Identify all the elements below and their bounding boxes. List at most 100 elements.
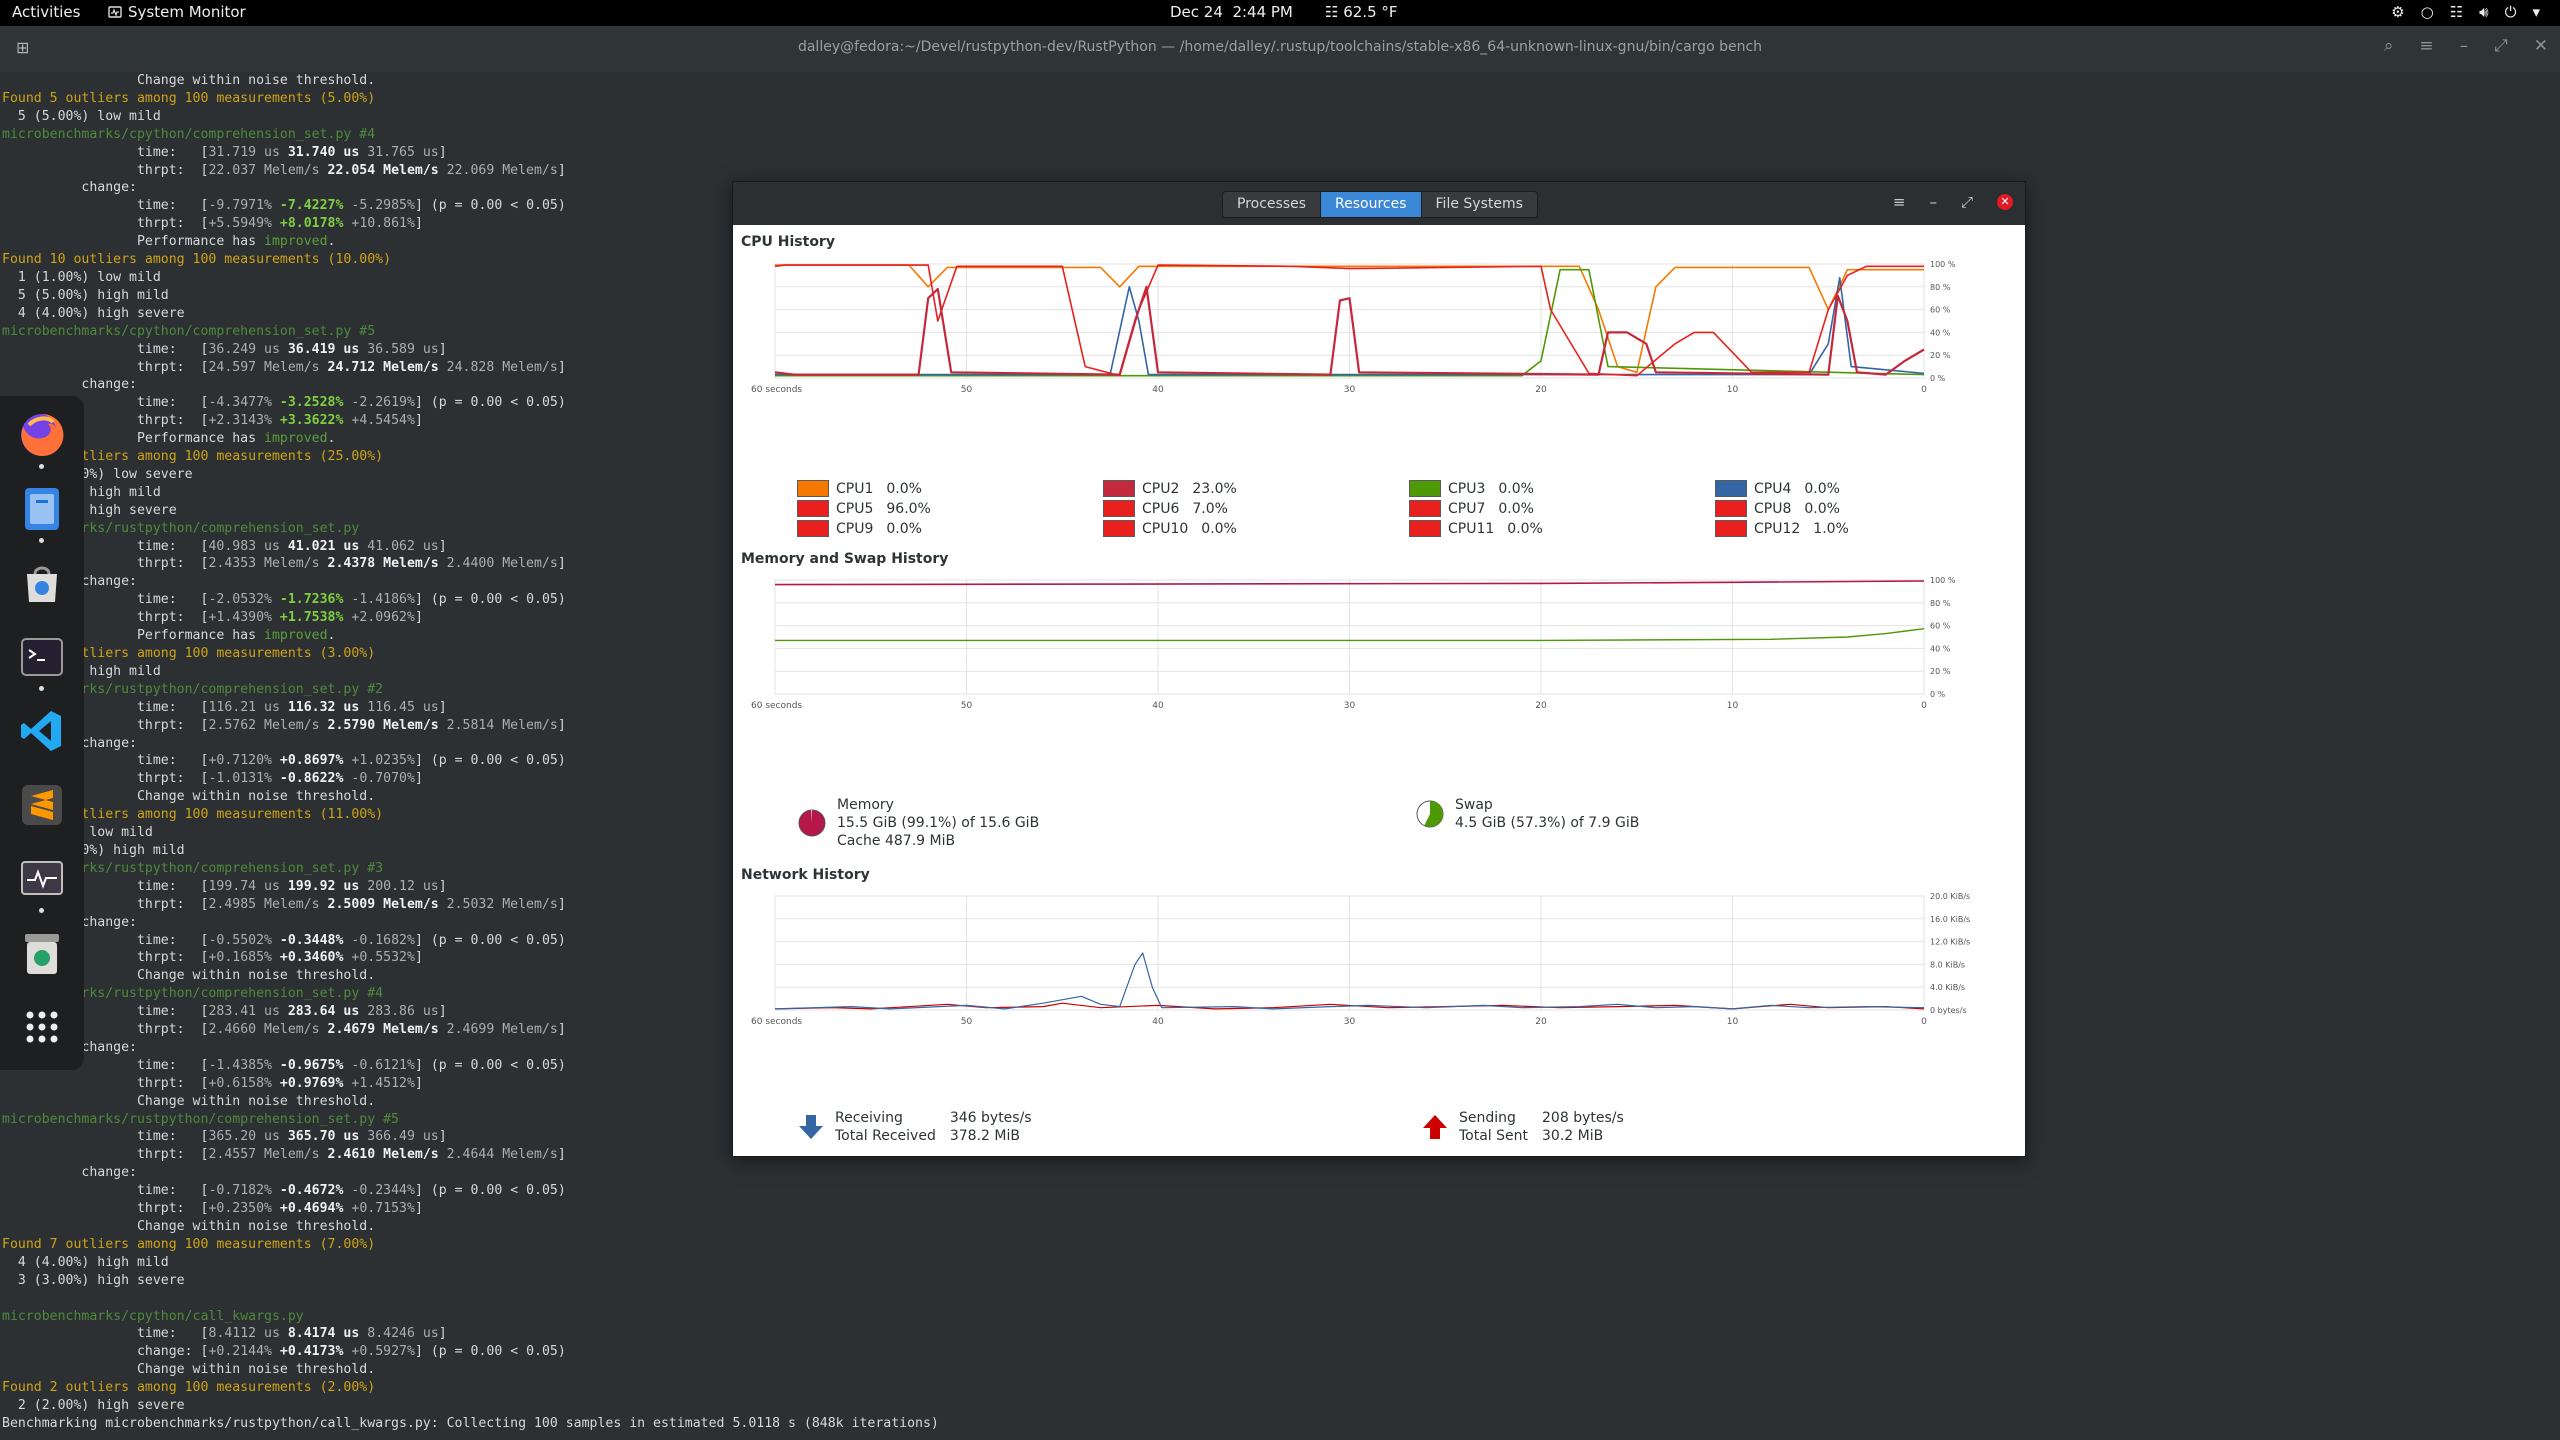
cpu-legend-item[interactable]: CPU9 0.0% — [797, 520, 922, 537]
power-icon[interactable]: ⏻ — [2505, 3, 2517, 21]
system-monitor-headerbar: Processes Resources File Systems ≡ – ⤢ ✕ — [733, 182, 2025, 225]
chevron-down-icon[interactable]: ▾ — [2532, 3, 2540, 21]
cpu-value: 7.0% — [1192, 500, 1228, 517]
memory-x-tick-label: 10 — [1727, 701, 1739, 711]
system-tray[interactable]: ⚙ ○ ☷ 🔊︎ ⏻ ▾ — [2391, 3, 2540, 21]
cpu-legend-item[interactable]: CPU1 0.0% — [797, 480, 922, 497]
memory-y-tick-label: 60 % — [1930, 622, 1951, 631]
close-icon[interactable]: ✕ — [2534, 36, 2548, 56]
cpu-color-swatch[interactable] — [1103, 480, 1135, 497]
software-icon[interactable] — [17, 558, 67, 608]
cpu-y-tick-label: 60 % — [1930, 306, 1951, 315]
terminal-line: Change within noise threshold. — [2, 1219, 376, 1234]
clock[interactable]: Dec 24 2:44 PM — [1170, 3, 1293, 21]
receiving-stat: Receiving 346 bytes/s Total Received 378… — [797, 1109, 1032, 1145]
firefox-icon[interactable] — [17, 410, 67, 460]
cpu-legend-item[interactable]: CPU12 1.0% — [1715, 520, 1849, 537]
system-monitor-icon[interactable] — [17, 854, 67, 904]
memory-used: 15.5 GiB (99.1%) of 15.6 GiB — [837, 815, 1040, 831]
app-name: System Monitor — [128, 3, 246, 21]
cpu-x-tick-label: 50 — [961, 385, 973, 395]
extension-icon[interactable]: ⚙ — [2391, 3, 2404, 21]
volume-icon[interactable]: 🔊︎ — [2479, 3, 2488, 21]
network-y-tick-label: 4.0 KiB/s — [1930, 983, 1965, 992]
cpu-color-swatch[interactable] — [797, 500, 829, 517]
system-monitor-window: Processes Resources File Systems ≡ – ⤢ ✕… — [732, 181, 2026, 1157]
terminal-line: time: [8.4112 us 8.4174 us 8.4246 us] — [2, 1326, 447, 1342]
terminal-line: Found 7 outliers among 100 measurements … — [2, 1236, 376, 1252]
minimize-icon[interactable]: – — [2460, 36, 2469, 56]
sending-stat: Sending 208 bytes/s Total Sent 30.2 MiB — [1421, 1109, 1624, 1145]
memory-x-tick-label: 30 — [1344, 701, 1356, 711]
receiving-value: 346 bytes/s — [949, 1110, 1032, 1126]
trash-icon[interactable] — [17, 928, 67, 978]
cpu-color-swatch[interactable] — [1409, 480, 1441, 497]
weather-indicator[interactable]: ☷ 62.5 °F — [1325, 3, 1398, 21]
cpu-legend-item[interactable]: CPU7 0.0% — [1409, 500, 1534, 517]
memory-cache: Cache 487.9 MiB — [837, 833, 956, 849]
app-menu[interactable]: System Monitor — [108, 3, 246, 21]
terminal-line: change: [+0.2144% +0.4173% +0.5927%] (p … — [2, 1344, 566, 1360]
view-switcher: Processes Resources File Systems — [1222, 191, 1538, 218]
cpu-legend-item[interactable]: CPU10 0.0% — [1103, 520, 1237, 537]
swap-label: Swap — [1455, 797, 1493, 813]
cpu-y-tick-label: 100 % — [1930, 260, 1956, 269]
swap-stat: Swap 4.5 GiB (57.3%) of 7.9 GiB — [1415, 796, 1639, 832]
cpu-value: 0.0% — [1201, 520, 1237, 537]
cpu-x-tick-label: 0 — [1921, 385, 1927, 395]
terminal-line: Change within noise threshold. — [2, 1362, 376, 1378]
cpu-legend-item[interactable]: CPU5 96.0% — [797, 500, 931, 517]
menu-icon[interactable]: ≡ — [1893, 193, 1906, 211]
terminal-line: change: — [2, 1165, 137, 1181]
cpu-legend-item[interactable]: CPU2 23.0% — [1103, 480, 1237, 497]
network-x-tick-label: 60 seconds — [751, 1017, 802, 1027]
terminal-line: 5 (5.00%) low mild — [2, 108, 161, 124]
network-y-tick-label: 0 bytes/s — [1930, 1006, 1967, 1015]
cpu-y-tick-label: 40 % — [1930, 328, 1951, 337]
network-icon[interactable]: ☷ — [2450, 3, 2463, 21]
cpu-legend-item[interactable]: CPU11 0.0% — [1409, 520, 1543, 537]
cpu-legend-item[interactable]: CPU3 0.0% — [1409, 480, 1534, 497]
circle-icon[interactable]: ○ — [2421, 3, 2434, 21]
memory-y-tick-label: 80 % — [1930, 599, 1951, 608]
cpu-color-swatch[interactable] — [797, 480, 829, 497]
cpu-color-swatch[interactable] — [1715, 500, 1747, 517]
cpu-legend-item[interactable]: CPU4 0.0% — [1715, 480, 1840, 497]
cpu-color-swatch[interactable] — [1715, 520, 1747, 537]
running-indicator — [39, 464, 44, 469]
tab-resources[interactable]: Resources — [1321, 192, 1422, 217]
cpu-color-swatch[interactable] — [1103, 500, 1135, 517]
activities-button[interactable]: Activities — [12, 3, 80, 21]
cpu-color-swatch[interactable] — [1715, 480, 1747, 497]
cpu-color-swatch[interactable] — [1409, 520, 1441, 537]
terminal-line: 2 (2.00%) high severe — [2, 1398, 185, 1414]
close-icon[interactable]: ✕ — [1997, 194, 2013, 210]
sublime-text-icon[interactable] — [17, 780, 67, 830]
app-grid-icon[interactable] — [17, 1002, 67, 1052]
search-icon[interactable]: ⌕ — [2384, 36, 2394, 56]
vscode-icon[interactable] — [17, 706, 67, 756]
cpu-legend-item[interactable]: CPU8 0.0% — [1715, 500, 1840, 517]
tab-processes[interactable]: Processes — [1223, 192, 1322, 217]
menu-icon[interactable]: ≡ — [2419, 36, 2433, 56]
cpu-legend-item[interactable]: CPU6 7.0% — [1103, 500, 1228, 517]
maximize-icon[interactable]: ⤢ — [1961, 193, 1973, 211]
total-sent-label: Total Sent — [1459, 1128, 1529, 1144]
memory-stat: Memory 15.5 GiB (99.1%) of 15.6 GiB Cach… — [797, 796, 1039, 850]
maximize-icon[interactable]: ⤢ — [2494, 36, 2508, 56]
cpu-label: CPU8 — [1754, 500, 1792, 517]
terminal-icon[interactable] — [17, 632, 67, 682]
cpu-value: 0.0% — [1498, 500, 1534, 517]
network-y-tick-label: 16.0 KiB/s — [1930, 915, 1970, 924]
minimize-icon[interactable]: – — [1929, 193, 1937, 211]
memory-x-tick-label: 50 — [961, 701, 973, 711]
cpu-color-swatch[interactable] — [1409, 500, 1441, 517]
cpu-color-swatch[interactable] — [1103, 520, 1135, 537]
network-y-tick-label: 12.0 KiB/s — [1930, 938, 1970, 947]
tab-file-systems[interactable]: File Systems — [1421, 192, 1537, 217]
memory-y-tick-label: 40 % — [1930, 644, 1951, 653]
terminal-line: microbenchmarks/cpython/comprehension_se… — [2, 126, 376, 142]
cpu-color-swatch[interactable] — [797, 520, 829, 537]
files-icon[interactable] — [17, 484, 67, 534]
cpu-x-tick-label: 10 — [1727, 385, 1739, 395]
